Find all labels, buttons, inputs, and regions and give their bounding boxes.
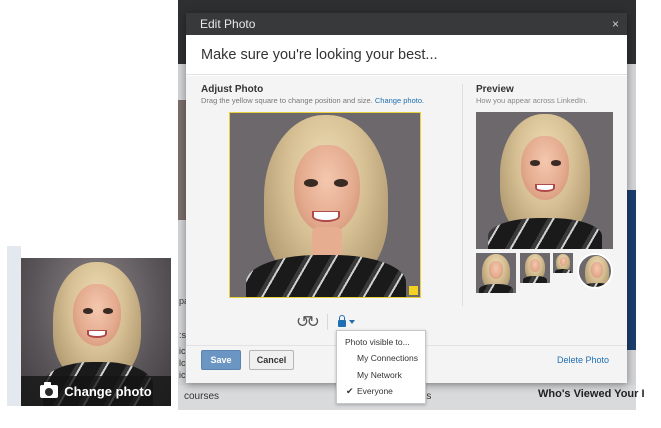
- section-divider: [462, 84, 463, 306]
- dropdown-option-my-connections[interactable]: My Connections: [357, 353, 418, 363]
- adjust-photo-title: Adjust Photo: [201, 84, 264, 95]
- background-tab: courses: [184, 391, 220, 402]
- preview-title: Preview: [476, 84, 514, 95]
- lock-icon: [337, 315, 346, 327]
- cancel-button[interactable]: Cancel: [249, 350, 294, 370]
- rotate-icon[interactable]: ↺↻: [296, 312, 320, 332]
- crop-resize-handle[interactable]: [409, 286, 418, 295]
- preview-hint: How you appear across LinkedIn.: [476, 96, 588, 105]
- edit-photo-modal: Edit Photo × Make sure you're looking yo…: [186, 13, 627, 383]
- toolbar-separator: [326, 314, 328, 330]
- dropdown-header: Photo visible to...: [345, 337, 410, 347]
- visibility-dropdown: Photo visible to... My Connections My Ne…: [336, 330, 426, 404]
- dropdown-option-my-network[interactable]: My Network: [357, 370, 402, 380]
- profile-photo-card[interactable]: Change photo: [21, 258, 171, 406]
- camera-icon: [40, 381, 59, 398]
- change-photo-label: Change photo: [64, 383, 152, 399]
- preview-large: [476, 112, 613, 249]
- page: Change photo pa :s ic lc ic e ic g cours…: [0, 0, 661, 428]
- save-button[interactable]: Save: [201, 350, 241, 370]
- change-photo-link[interactable]: Change photo.: [375, 96, 424, 105]
- visibility-button[interactable]: [337, 315, 355, 327]
- background-fragment: lc: [179, 358, 186, 368]
- modal-body: Adjust Photo Drag the yellow square to c…: [186, 76, 627, 345]
- preview-thumb-circle: [577, 253, 613, 289]
- dropdown-option-everyone[interactable]: Everyone: [357, 386, 393, 396]
- crop-photo: [246, 115, 406, 297]
- photo-toolbar: ↺↻: [296, 312, 355, 332]
- checkmark-icon: ✔: [346, 386, 354, 396]
- background-fragment: ic: [179, 370, 186, 380]
- background-photo-edge: [178, 100, 186, 220]
- modal-header: Edit Photo ×: [186, 13, 627, 35]
- profile-card-edge: [7, 246, 21, 406]
- background-fragment: ic: [179, 346, 186, 356]
- modal-title: Edit Photo: [200, 17, 256, 31]
- whos-viewed-heading: Who's Viewed Your I: [538, 388, 645, 400]
- change-photo-button[interactable]: Change photo: [21, 376, 171, 406]
- background-fragment: :s: [179, 330, 187, 340]
- preview-thumb-medium: [476, 253, 516, 293]
- preview-thumb-tiny: [553, 253, 573, 273]
- close-icon[interactable]: ×: [612, 17, 619, 31]
- crop-area[interactable]: [229, 112, 421, 298]
- modal-subtitle: Make sure you're looking your best...: [186, 35, 627, 75]
- preview-thumb-small: [520, 253, 550, 283]
- delete-photo-link[interactable]: Delete Photo: [557, 355, 609, 365]
- caret-down-icon: [348, 320, 355, 324]
- adjust-photo-hint: Drag the yellow square to change positio…: [201, 96, 425, 105]
